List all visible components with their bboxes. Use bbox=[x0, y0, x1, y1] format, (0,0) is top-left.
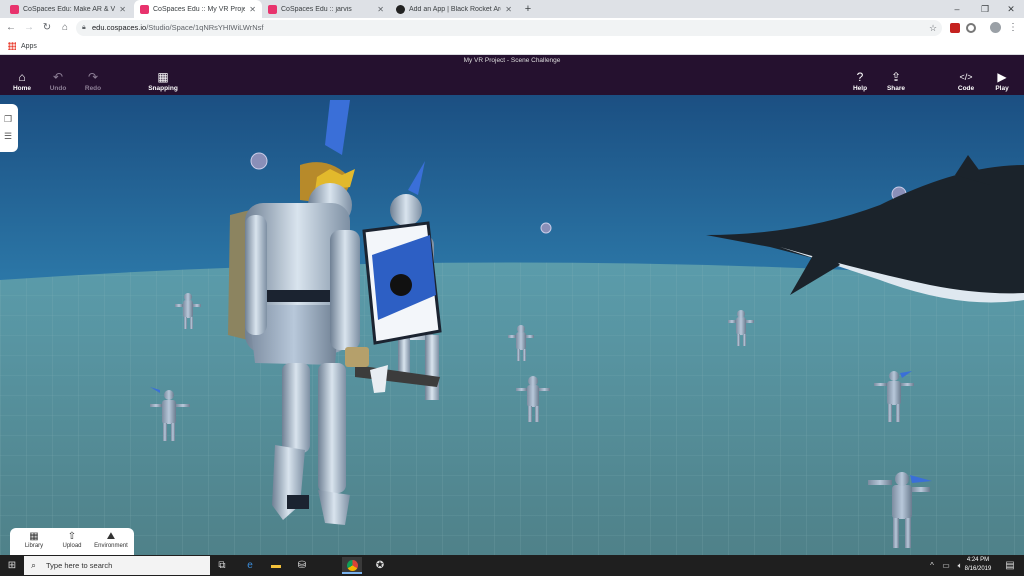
apps-grid-icon bbox=[8, 42, 16, 51]
tab-title: Add an App | Black Rocket Arcad... bbox=[409, 5, 501, 13]
close-tab-icon[interactable]: ✕ bbox=[505, 5, 512, 14]
close-tab-icon[interactable]: ✕ bbox=[377, 5, 384, 14]
upload-button[interactable]: ⇧ Upload bbox=[53, 531, 91, 549]
scene-canvas[interactable] bbox=[0, 95, 1024, 555]
browser-tab-1[interactable]: CoSpaces Edu: Make AR & VR in... ✕ bbox=[4, 0, 132, 18]
taskbar-search-input[interactable]: ⌕ Type here to search bbox=[24, 556, 210, 575]
upload-icon: ⇧ bbox=[67, 531, 77, 542]
home-button[interactable]: ⌂ Home bbox=[2, 70, 42, 92]
address-bar[interactable]: 🔒︎ edu.cospaces.io/Studio/Space/1qNRsYHI… bbox=[76, 20, 942, 36]
home-page-icon[interactable]: ⌂ bbox=[56, 18, 74, 38]
redo-button[interactable]: ↷ Redo bbox=[73, 70, 113, 92]
library-icon: ▦ bbox=[29, 531, 39, 542]
cospaces-icon bbox=[10, 4, 19, 14]
cospaces-icon bbox=[140, 4, 149, 14]
play-button[interactable]: ▶ Play bbox=[982, 70, 1022, 92]
menu-kebab-icon[interactable]: ⋮ bbox=[1004, 18, 1022, 38]
forward-icon[interactable]: → bbox=[20, 18, 38, 38]
share-button[interactable]: ⇪ Share bbox=[876, 70, 916, 92]
code-icon: </> bbox=[959, 72, 973, 82]
cospaces-icon bbox=[268, 4, 277, 14]
object-list-icon[interactable]: ☰ bbox=[4, 131, 12, 142]
environment-button[interactable]: ⛰ Environment bbox=[92, 531, 130, 549]
browser-tab-4[interactable]: Add an App | Black Rocket Arcad... ✕ bbox=[390, 0, 518, 18]
redo-icon: ↷ bbox=[87, 70, 99, 84]
browser-tab-3[interactable]: CoSpaces Edu :: jarvis ✕ bbox=[262, 0, 390, 18]
bubble[interactable] bbox=[250, 152, 268, 170]
minimize-button[interactable]: – bbox=[944, 0, 970, 18]
chrome-icon[interactable] bbox=[342, 557, 362, 574]
tab-title: CoSpaces Edu :: jarvis bbox=[281, 5, 352, 13]
windows-start-icon[interactable]: ⊞ bbox=[2, 557, 22, 574]
undo-button[interactable]: ↶ Undo bbox=[38, 70, 78, 92]
home-icon: ⌂ bbox=[18, 70, 26, 84]
restore-button[interactable]: ❐ bbox=[972, 0, 998, 18]
scene-side-panel: ❐ ☰ bbox=[0, 104, 18, 152]
floor-grid bbox=[0, 262, 1024, 555]
apps-bookmark[interactable]: Apps bbox=[21, 43, 37, 50]
store-icon[interactable]: ⛁ bbox=[292, 557, 312, 574]
url-host: edu.cospaces.io bbox=[92, 23, 147, 32]
back-icon[interactable]: ← bbox=[2, 18, 20, 38]
grid-icon: ▦ bbox=[157, 70, 169, 84]
environment-icon: ⛰ bbox=[106, 531, 116, 542]
task-view-icon[interactable]: ⧉ bbox=[212, 557, 232, 574]
browser-tab-2[interactable]: CoSpaces Edu :: My VR Project ✕ bbox=[134, 0, 262, 18]
layers-icon[interactable]: ❐ bbox=[4, 114, 12, 125]
scene-viewport[interactable] bbox=[0, 95, 1024, 555]
taskbar-clock[interactable]: 4:24 PM 8/16/2019 bbox=[958, 556, 998, 574]
help-icon: ? bbox=[856, 70, 864, 84]
bubble[interactable] bbox=[540, 222, 552, 234]
edge-icon[interactable]: e bbox=[240, 557, 260, 574]
code-button[interactable]: </> Code bbox=[946, 70, 986, 92]
help-button[interactable]: ? Help bbox=[840, 70, 880, 92]
close-window-button[interactable]: ✕ bbox=[998, 0, 1024, 18]
new-tab-button[interactable]: + bbox=[520, 0, 536, 18]
url-path: /Studio/Space/1qNRsYHIWiLWrNsf bbox=[146, 23, 264, 32]
notifications-icon[interactable]: ▤ bbox=[1000, 557, 1020, 574]
extension-icon[interactable] bbox=[950, 23, 960, 33]
play-icon: ▶ bbox=[997, 70, 1007, 84]
reload-icon[interactable]: ↻ bbox=[38, 18, 56, 38]
tab-title: CoSpaces Edu :: My VR Project bbox=[153, 5, 246, 13]
share-icon: ⇪ bbox=[890, 70, 902, 84]
tab-title: CoSpaces Edu: Make AR & VR in... bbox=[23, 5, 116, 13]
app-icon[interactable]: ✪ bbox=[370, 557, 390, 574]
close-tab-icon[interactable]: ✕ bbox=[119, 5, 126, 14]
scene-title: My VR Project - Scene Challenge bbox=[463, 57, 561, 64]
extension-icon[interactable] bbox=[966, 23, 976, 33]
lock-icon: 🔒︎ bbox=[82, 24, 86, 31]
black-rocket-icon bbox=[396, 4, 405, 14]
bookmarks-bar: Apps bbox=[0, 38, 1024, 55]
bookmark-star-icon[interactable]: ☆ bbox=[924, 18, 942, 38]
profile-avatar[interactable] bbox=[990, 22, 1001, 33]
close-tab-icon[interactable]: ✕ bbox=[249, 5, 256, 14]
search-icon: ⌕ bbox=[31, 560, 37, 570]
file-explorer-icon[interactable]: ▬ bbox=[266, 557, 286, 574]
library-button[interactable]: ▦ Library bbox=[15, 531, 53, 549]
undo-icon: ↶ bbox=[52, 70, 64, 84]
snapping-button[interactable]: ▦ Snapping bbox=[143, 70, 183, 92]
